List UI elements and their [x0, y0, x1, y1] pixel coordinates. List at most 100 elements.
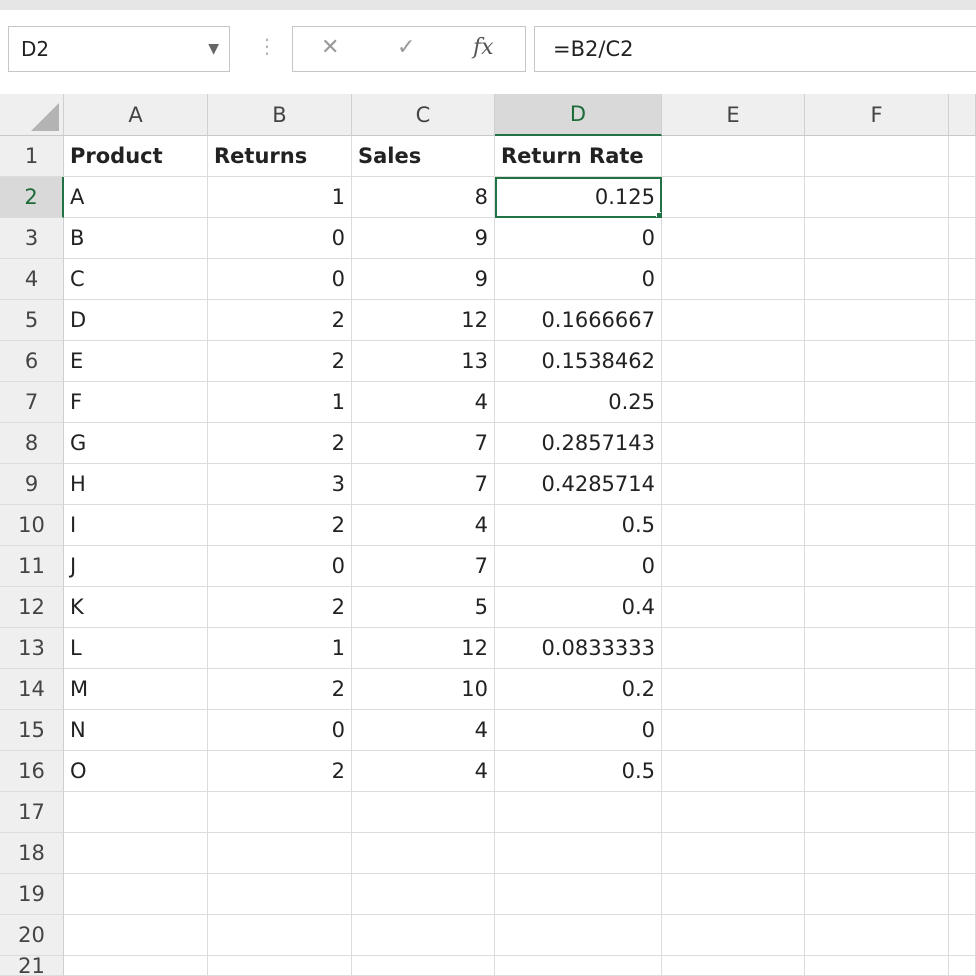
cell[interactable]: D [64, 300, 208, 341]
column-header-c[interactable]: C [352, 94, 495, 136]
cell[interactable] [949, 382, 976, 423]
row-header[interactable]: 3 [0, 218, 64, 259]
cell[interactable]: 0 [495, 710, 662, 751]
fill-handle[interactable] [656, 212, 661, 217]
drag-handle-icon[interactable]: ⋮ [257, 36, 277, 56]
cell[interactable]: 1 [208, 628, 352, 669]
cell[interactable]: 3 [208, 464, 352, 505]
cell[interactable] [805, 710, 949, 751]
column-header-a[interactable]: A [64, 94, 208, 136]
cell[interactable]: 0.1538462 [495, 341, 662, 382]
column-header-g[interactable] [949, 94, 976, 136]
cell[interactable]: 0.5 [495, 751, 662, 792]
cell[interactable]: 2 [208, 751, 352, 792]
column-header-b[interactable]: B [208, 94, 352, 136]
cell[interactable] [949, 300, 976, 341]
row-header[interactable]: 8 [0, 423, 64, 464]
cell[interactable]: L [64, 628, 208, 669]
cell[interactable] [949, 751, 976, 792]
row-header[interactable]: 5 [0, 300, 64, 341]
cell[interactable]: M [64, 669, 208, 710]
cell[interactable] [949, 136, 976, 177]
cell[interactable] [805, 300, 949, 341]
cell[interactable] [805, 628, 949, 669]
cell[interactable] [805, 382, 949, 423]
cell[interactable] [64, 956, 208, 976]
cell[interactable] [208, 833, 352, 874]
cell[interactable] [805, 259, 949, 300]
cell[interactable] [805, 341, 949, 382]
row-header[interactable]: 21 [0, 956, 64, 976]
cell[interactable] [805, 956, 949, 976]
cell[interactable]: A [64, 177, 208, 218]
cell[interactable] [949, 546, 976, 587]
cell[interactable]: 0.1666667 [495, 300, 662, 341]
cell[interactable] [352, 956, 495, 976]
row-header[interactable]: 9 [0, 464, 64, 505]
row-header[interactable]: 15 [0, 710, 64, 751]
row-header[interactable]: 17 [0, 792, 64, 833]
row-header[interactable]: 7 [0, 382, 64, 423]
cell[interactable] [662, 710, 805, 751]
cell[interactable] [949, 792, 976, 833]
cell[interactable]: 4 [352, 710, 495, 751]
row-header[interactable]: 11 [0, 546, 64, 587]
cell[interactable]: 0 [495, 218, 662, 259]
cell[interactable]: J [64, 546, 208, 587]
row-header[interactable]: 1 [0, 136, 64, 177]
select-all-button[interactable] [0, 94, 64, 136]
chevron-down-icon[interactable]: ▼ [208, 41, 219, 57]
cell[interactable]: H [64, 464, 208, 505]
row-header[interactable]: 6 [0, 341, 64, 382]
cell[interactable]: 7 [352, 546, 495, 587]
cell[interactable]: 7 [352, 464, 495, 505]
cell[interactable] [949, 423, 976, 464]
cell[interactable]: 12 [352, 300, 495, 341]
cell[interactable]: Sales [352, 136, 495, 177]
cell[interactable]: B [64, 218, 208, 259]
cell[interactable] [805, 833, 949, 874]
cell[interactable] [662, 546, 805, 587]
cell[interactable]: 12 [352, 628, 495, 669]
cell[interactable] [805, 792, 949, 833]
cell[interactable]: 0.0833333 [495, 628, 662, 669]
row-header[interactable]: 18 [0, 833, 64, 874]
cell[interactable] [949, 956, 976, 976]
cell[interactable]: 0.25 [495, 382, 662, 423]
cancel-icon[interactable]: ✕ [321, 35, 339, 60]
cell[interactable] [662, 341, 805, 382]
cell[interactable] [949, 464, 976, 505]
cell[interactable] [662, 751, 805, 792]
cell[interactable]: 2 [208, 300, 352, 341]
cell[interactable] [949, 628, 976, 669]
cell[interactable]: 0 [208, 546, 352, 587]
cell[interactable] [949, 710, 976, 751]
formula-input[interactable]: =B2/C2 [534, 26, 976, 72]
cell[interactable]: K [64, 587, 208, 628]
cell[interactable] [949, 874, 976, 915]
row-header[interactable]: 10 [0, 505, 64, 546]
active-cell[interactable]: 0.125 [495, 177, 662, 218]
cell[interactable] [662, 505, 805, 546]
cell[interactable] [805, 751, 949, 792]
cell[interactable]: G [64, 423, 208, 464]
cell[interactable]: 5 [352, 587, 495, 628]
cell[interactable] [662, 669, 805, 710]
cell[interactable]: O [64, 751, 208, 792]
cell[interactable]: 10 [352, 669, 495, 710]
cell[interactable] [805, 587, 949, 628]
column-header-f[interactable]: F [805, 94, 949, 136]
cell[interactable] [662, 833, 805, 874]
cell[interactable]: 4 [352, 751, 495, 792]
cell[interactable] [495, 833, 662, 874]
cell[interactable] [805, 505, 949, 546]
name-box[interactable]: D2 ▼ [8, 26, 230, 72]
cell[interactable] [805, 464, 949, 505]
cell[interactable] [64, 792, 208, 833]
cell[interactable] [662, 628, 805, 669]
cell[interactable]: 0.5 [495, 505, 662, 546]
cell[interactable]: 0 [208, 259, 352, 300]
cell[interactable] [805, 423, 949, 464]
cell[interactable] [662, 382, 805, 423]
cell[interactable] [208, 956, 352, 976]
